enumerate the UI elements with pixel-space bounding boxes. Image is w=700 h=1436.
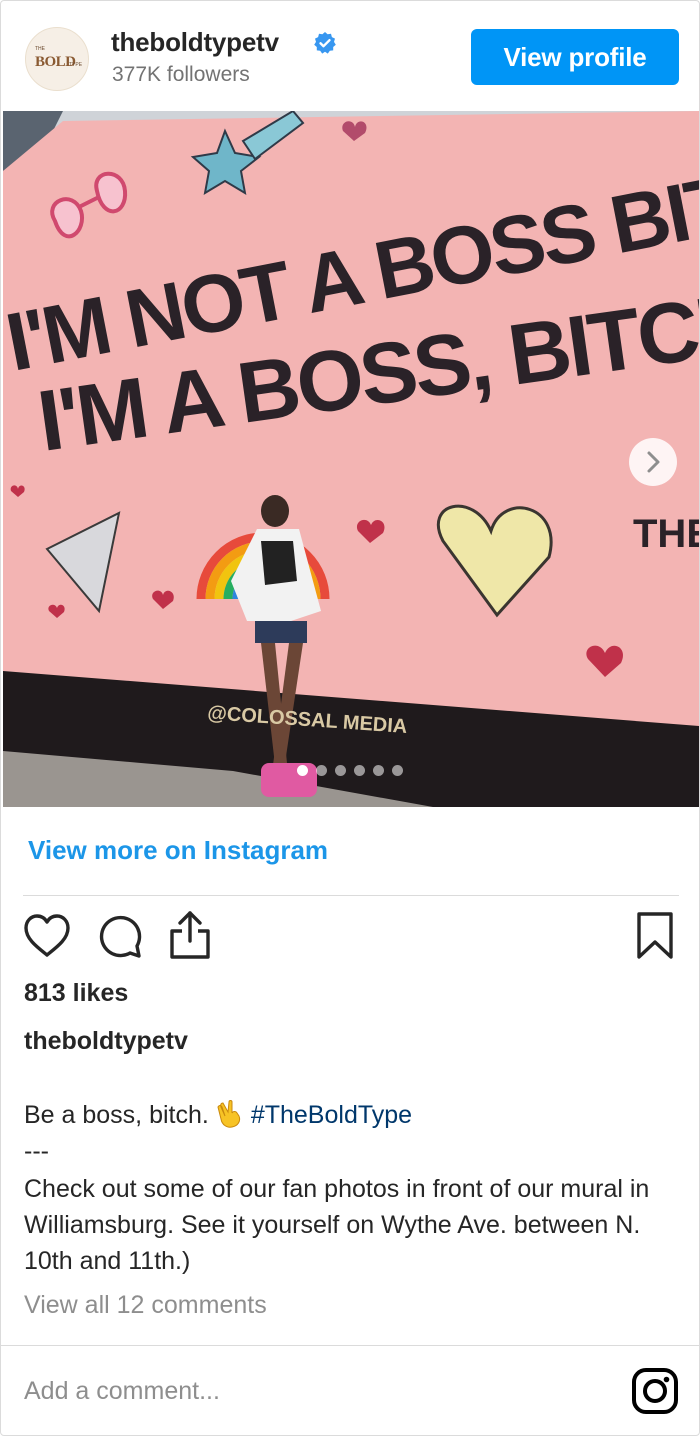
instagram-embed-card: THE BOLD TYPE theboldtypetv 377K followe… <box>0 0 700 1436</box>
view-all-comments-link[interactable]: View all 12 comments <box>24 1291 267 1320</box>
divider <box>1 1345 699 1346</box>
caption-text: Be a boss, bitch. <box>24 1101 209 1129</box>
victory-hand-emoji-icon <box>217 1100 240 1128</box>
caption-username[interactable]: theboldtypetv <box>24 1027 188 1056</box>
carousel-dot <box>392 765 403 776</box>
carousel-dot <box>297 765 308 776</box>
share-icon[interactable] <box>167 909 213 961</box>
add-comment-input[interactable]: Add a comment... <box>24 1377 220 1406</box>
instagram-icon[interactable] <box>631 1367 679 1415</box>
carousel-dot <box>354 765 365 776</box>
post-header: THE BOLD TYPE theboldtypetv 377K followe… <box>1 1 699 111</box>
chevron-right-icon <box>647 451 660 473</box>
caption-first-line: Be a boss, bitch. #TheBoldType <box>24 1099 412 1130</box>
like-count[interactable]: 813 likes <box>24 979 128 1008</box>
svg-text:THE: THE <box>35 46 46 52</box>
divider <box>23 895 679 896</box>
caption-hashtag[interactable]: #TheBoldType <box>251 1101 412 1129</box>
bold-type-logo: THE BOLD TYPE <box>35 46 83 70</box>
carousel-dot <box>316 765 327 776</box>
svg-text:TYPE: TYPE <box>69 62 83 68</box>
header-username[interactable]: theboldtypetv <box>111 27 279 58</box>
mural-photo: I'M NOT A BOSS BITCH I'M A BOSS, BITCH. … <box>3 111 699 807</box>
bookmark-icon[interactable] <box>635 911 675 961</box>
carousel-dot <box>335 765 346 776</box>
caption-separator: --- <box>24 1137 49 1165</box>
view-profile-button[interactable]: View profile <box>471 29 679 85</box>
follower-count: 377K followers <box>112 63 250 86</box>
caption-body: Check out some of our fan photos in fron… <box>24 1175 650 1275</box>
verified-badge-icon <box>314 32 336 54</box>
post-photo[interactable]: I'M NOT A BOSS BITCH I'M A BOSS, BITCH. … <box>3 111 699 807</box>
view-more-link[interactable]: View more on Instagram <box>28 835 328 866</box>
mural-side-text: THE <box>633 512 699 556</box>
carousel-dot <box>373 765 384 776</box>
carousel-next-button[interactable] <box>629 438 677 486</box>
comment-icon[interactable] <box>97 913 143 959</box>
carousel-indicator <box>297 765 403 777</box>
heart-icon[interactable] <box>23 913 71 959</box>
avatar[interactable]: THE BOLD TYPE <box>25 27 89 91</box>
